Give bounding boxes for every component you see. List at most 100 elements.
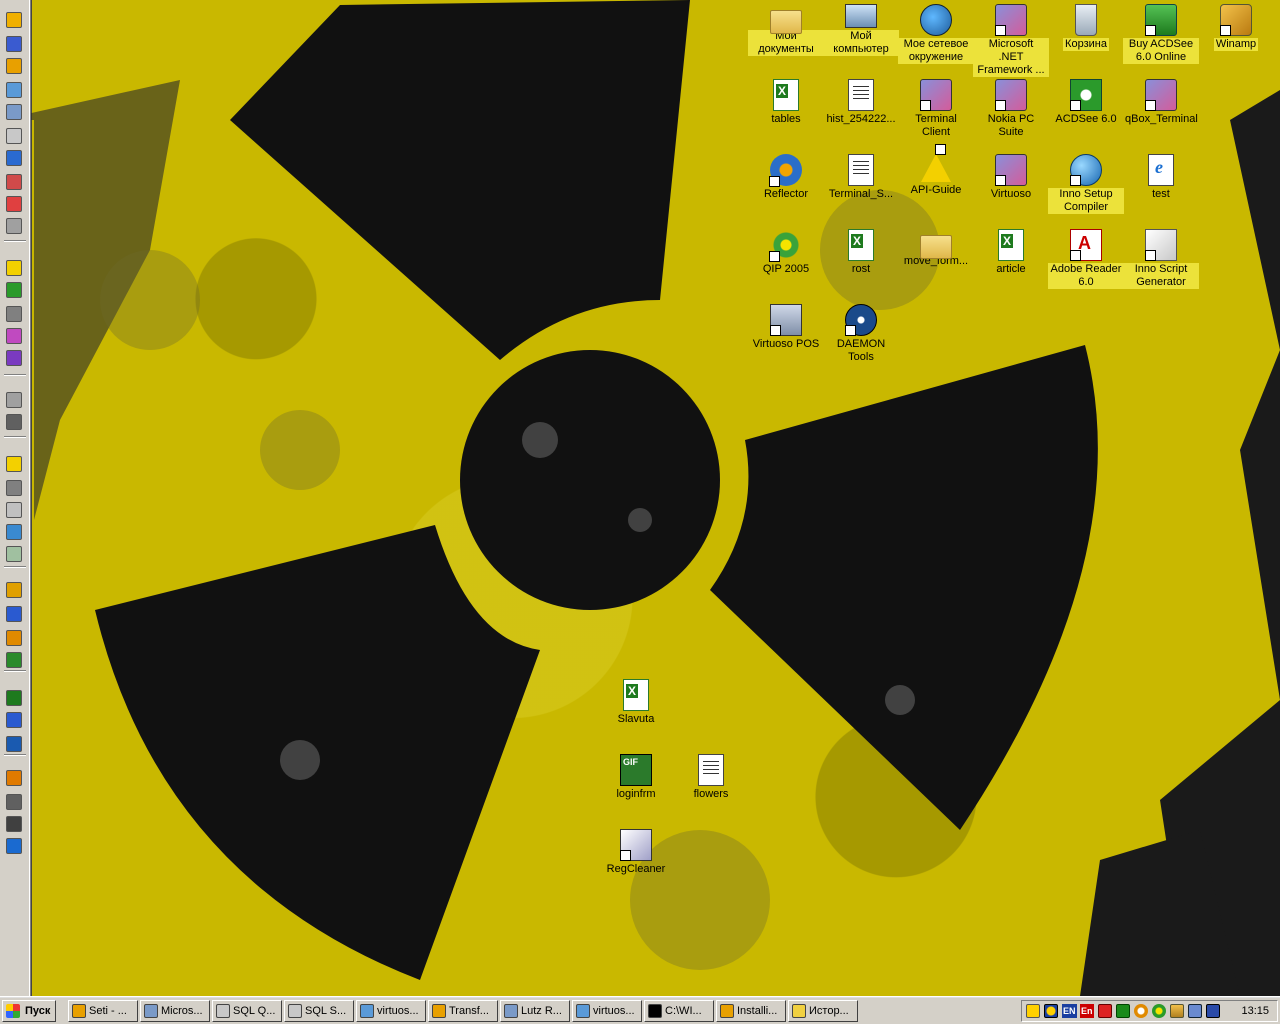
desktop-icon[interactable]: Slavuta	[598, 679, 674, 749]
taskbar-button[interactable]: Micros...	[140, 1000, 210, 1022]
xls-icon	[998, 229, 1024, 261]
quick-launch-icon[interactable]	[6, 838, 22, 854]
quick-launch-icon[interactable]	[6, 104, 22, 120]
desktop-icon[interactable]: qBox_Terminal	[1123, 79, 1199, 149]
quick-launch-icon[interactable]	[6, 690, 22, 706]
desktop-icon[interactable]: Inno Script Generator	[1123, 229, 1199, 299]
desktop-icon[interactable]: loginfrm	[598, 754, 674, 824]
xls-icon	[623, 679, 649, 711]
desktop-icon[interactable]: article	[973, 229, 1049, 299]
quick-launch-icon[interactable]	[6, 582, 22, 598]
browser-tray-icon[interactable]	[1134, 1004, 1148, 1018]
desktop-icon[interactable]: Adobe Reader 6.0	[1048, 229, 1124, 299]
desktop-icon[interactable]: Terminal_S...	[823, 154, 899, 224]
quick-launch-icon[interactable]	[6, 328, 22, 344]
quick-launch-icon[interactable]	[6, 524, 22, 540]
desktop-icon[interactable]: Мой компьютер	[823, 4, 899, 74]
desktop-icon[interactable]: DAEMON Tools	[823, 304, 899, 374]
desktop-icon[interactable]: Terminal Client	[898, 79, 974, 149]
network-icon[interactable]	[1044, 1004, 1058, 1018]
desktop-icon[interactable]: Virtuoso	[973, 154, 1049, 224]
taskbar-button[interactable]: virtuos...	[572, 1000, 642, 1022]
desktop-icon[interactable]: Nokia PC Suite	[973, 79, 1049, 149]
taskbar-button[interactable]: SQL Q...	[212, 1000, 282, 1022]
window-icon	[648, 1004, 662, 1018]
desktop-icon[interactable]: tables	[748, 79, 824, 149]
desktop-icon[interactable]: API-Guide	[898, 144, 974, 224]
quick-launch-icon[interactable]	[6, 480, 22, 496]
speaker-icon[interactable]	[1026, 1004, 1040, 1018]
start-button[interactable]: Пуск	[2, 1000, 56, 1022]
quick-launch-icon[interactable]	[6, 546, 22, 562]
window-icon	[504, 1004, 518, 1018]
desktop-icon[interactable]: Мое сетевое окружение	[898, 4, 974, 74]
taskbar-button[interactable]: Истор...	[788, 1000, 858, 1022]
taskbar-button[interactable]: Installi...	[716, 1000, 786, 1022]
desktop-icon[interactable]: Reflector	[748, 154, 824, 224]
desktop-icon[interactable]: rost	[823, 229, 899, 299]
desktop-icon-label: Adobe Reader 6.0	[1048, 263, 1124, 289]
desktop-icon[interactable]: test	[1123, 154, 1199, 224]
desktop-icon[interactable]: move_form...	[898, 229, 974, 299]
desktop-icon[interactable]: Мои документы	[748, 4, 824, 74]
quick-launch-icon[interactable]	[6, 414, 22, 430]
desktop-icon[interactable]: Inno Setup Compiler	[1048, 154, 1124, 224]
desktop-icon[interactable]: flowers	[673, 754, 749, 824]
quick-launch-icon[interactable]	[6, 606, 22, 622]
clock[interactable]: 13:15	[1241, 1001, 1269, 1021]
quick-launch-icon[interactable]	[6, 630, 22, 646]
quick-launch-icon[interactable]	[6, 736, 22, 752]
desktop-icon[interactable]: hist_254222...	[823, 79, 899, 149]
taskbar-button[interactable]: Transf...	[428, 1000, 498, 1022]
quick-launch-icon[interactable]	[6, 712, 22, 728]
folder-tray-icon[interactable]	[1170, 1004, 1184, 1018]
quick-launch-icon[interactable]	[6, 12, 22, 28]
quick-launch-icon[interactable]	[6, 456, 22, 472]
gear-icon	[769, 154, 802, 187]
taskbar-button[interactable]: C:\WI...	[644, 1000, 714, 1022]
quick-launch-icon[interactable]	[6, 306, 22, 322]
antivirus-icon[interactable]	[1098, 1004, 1112, 1018]
taskbar-button[interactable]: Lutz R...	[500, 1000, 570, 1022]
quick-launch-icon[interactable]	[6, 770, 22, 786]
desktop-icon[interactable]: Buy ACDSee 6.0 Online	[1123, 4, 1199, 74]
desktop-icon-label: Nokia PC Suite	[987, 113, 1035, 138]
desktop-icon[interactable]: Microsoft .NET Framework ...	[973, 4, 1049, 77]
quick-launch-icon[interactable]	[6, 816, 22, 832]
folder-icon	[920, 235, 952, 259]
desktop-icon[interactable]: Virtuoso POS	[748, 304, 824, 374]
quick-launch-icon[interactable]	[6, 652, 22, 668]
quick-launch-icon[interactable]	[6, 282, 22, 298]
quick-launch-icon[interactable]	[6, 218, 22, 234]
quick-launch-icon[interactable]	[6, 260, 22, 276]
quick-launch-icon[interactable]	[6, 502, 22, 518]
keyboard-layout-indicator[interactable]: En	[1080, 1004, 1094, 1018]
quick-launch-icon[interactable]	[6, 128, 22, 144]
quick-launch-icon[interactable]	[6, 36, 22, 52]
quick-launch-icon[interactable]	[6, 196, 22, 212]
taskbar-button[interactable]: virtuos...	[356, 1000, 426, 1022]
quick-launch-icon[interactable]	[6, 350, 22, 366]
desktop-icon[interactable]: QIP 2005	[748, 229, 824, 299]
qip-flower-icon[interactable]	[1152, 1004, 1166, 1018]
desktop-icon[interactable]: Winamp	[1198, 4, 1274, 74]
desktop-icon[interactable]: Корзина	[1048, 4, 1124, 74]
quick-launch-icon[interactable]	[6, 392, 22, 408]
monitor-tray-icon[interactable]	[1188, 1004, 1202, 1018]
taskbar-button[interactable]: Seti - ...	[68, 1000, 138, 1022]
quick-launch-icon[interactable]	[6, 58, 22, 74]
status-icon[interactable]	[1116, 1004, 1130, 1018]
quick-launch-icon[interactable]	[6, 150, 22, 166]
desktop-icon[interactable]: RegCleaner	[598, 829, 674, 899]
desktop-icon-label: Terminal_S...	[828, 188, 894, 200]
desktop-icon[interactable]: ACDSee 6.0	[1048, 79, 1124, 149]
app-tray-icon[interactable]	[1206, 1004, 1220, 1018]
quick-launch-icon[interactable]	[6, 174, 22, 190]
taskbar-button-label: Seti - ...	[89, 1005, 127, 1017]
reg-icon	[620, 829, 652, 861]
quick-launch-icon[interactable]	[6, 82, 22, 98]
quick-launch-icon[interactable]	[6, 794, 22, 810]
language-indicator[interactable]: EN	[1062, 1004, 1077, 1018]
taskbar-button[interactable]: SQL S...	[284, 1000, 354, 1022]
desktop[interactable]: Мои документы Мой компьютер Мое сетевое ок…	[0, 0, 1280, 996]
